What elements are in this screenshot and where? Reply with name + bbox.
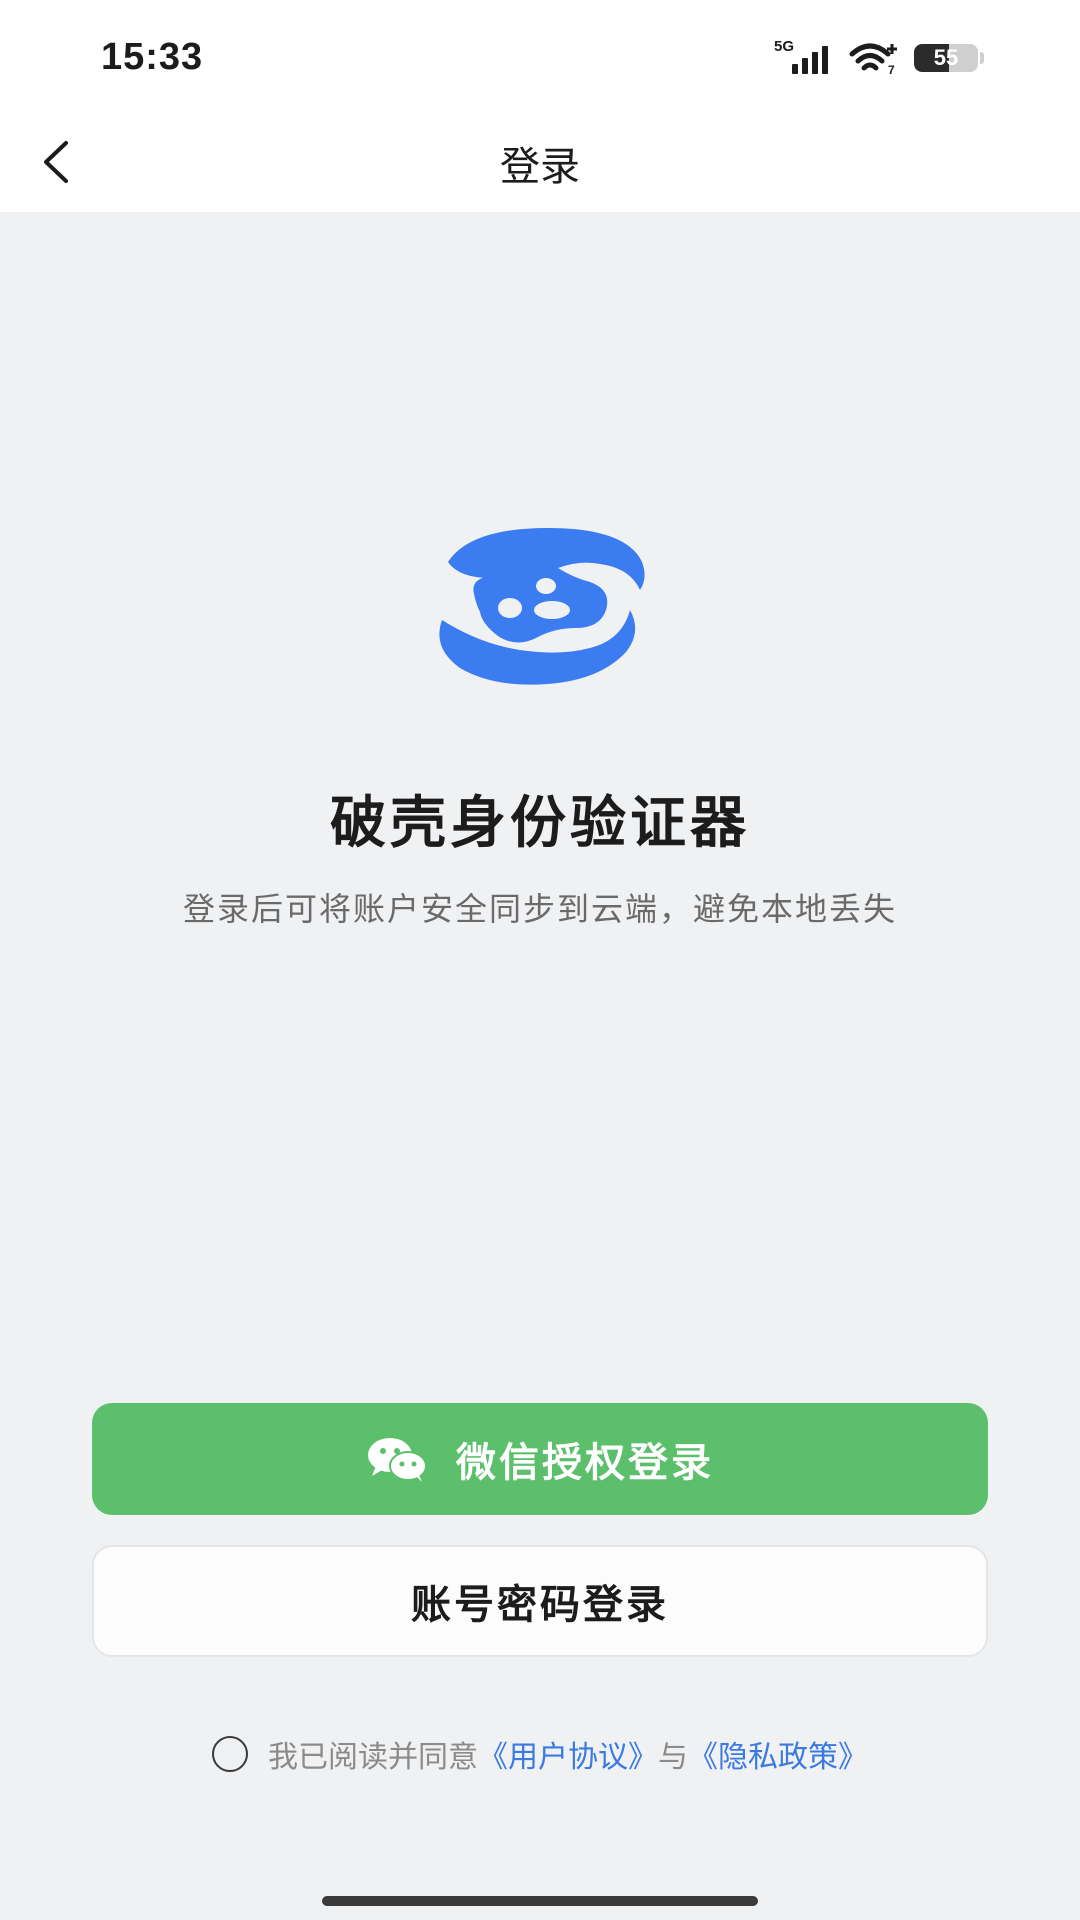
wifi-icon: 7	[849, 43, 897, 76]
status-icons: 5G 7 55	[774, 38, 984, 78]
status-time: 15:33	[101, 36, 204, 78]
wechat-login-button[interactable]: 微信授权登录	[92, 1403, 988, 1515]
status-bar: 15:33 5G 7 55	[0, 0, 1080, 110]
signal-icon: 5G	[774, 38, 834, 76]
app-logo-icon	[439, 528, 645, 685]
battery-icon: 55	[914, 44, 978, 72]
battery-level: 55	[933, 45, 959, 70]
app-description: 登录后可将账户安全同步到云端，避免本地丢失	[182, 890, 897, 928]
wechat-icon	[368, 1438, 427, 1482]
home-indicator[interactable]	[322, 1896, 758, 1906]
wechat-login-label: 微信授权登录	[456, 1440, 714, 1486]
battery-tip	[980, 52, 984, 64]
network-type: 5G	[774, 38, 795, 55]
agreement-prefix: 我已阅读并同意	[268, 1740, 478, 1775]
agreement-row: 我已阅读并同意 《用户协议》 与 《隐私政策》	[0, 1732, 1080, 1776]
privacy-policy-link[interactable]: 《隐私政策》	[688, 1732, 868, 1776]
password-login-label: 账号密码登录	[411, 1582, 669, 1628]
nav-bar: 登录	[0, 110, 1080, 212]
svg-text:7: 7	[888, 63, 895, 76]
agreement-checkbox[interactable]	[212, 1736, 248, 1772]
app-name: 破壳身份验证器	[330, 791, 750, 856]
password-login-button[interactable]: 账号密码登录	[92, 1545, 988, 1657]
page-title: 登录	[500, 144, 580, 190]
user-agreement-link[interactable]: 《用户协议》	[478, 1732, 658, 1776]
agreement-conjunction: 与	[658, 1740, 688, 1775]
